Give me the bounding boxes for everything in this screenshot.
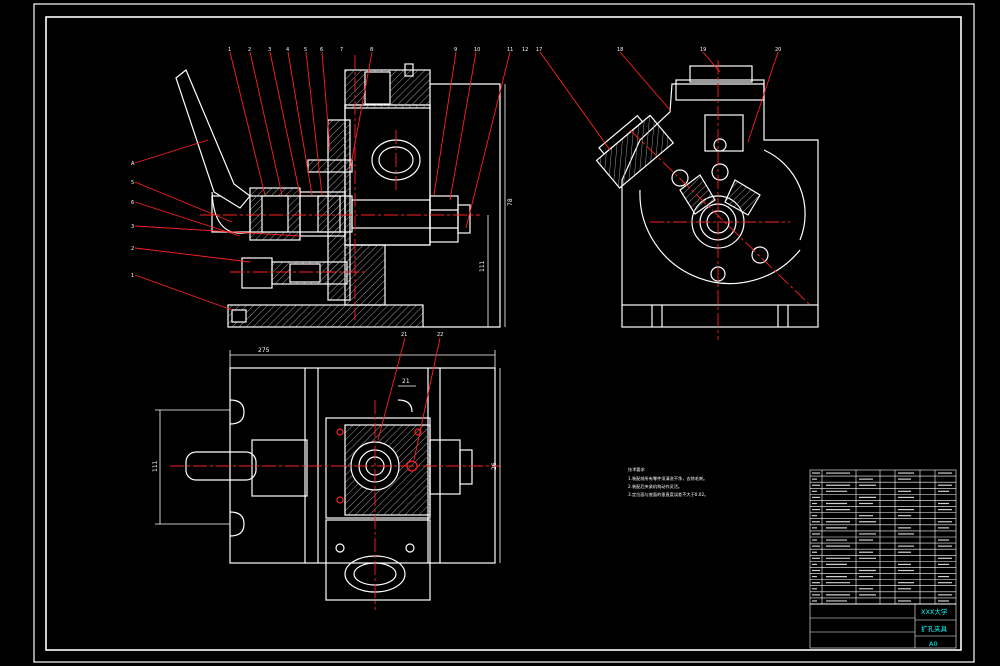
dim-slot: 21 <box>402 378 410 385</box>
balloon-label: 11 <box>507 47 513 53</box>
sheet-size: A0 <box>929 640 938 648</box>
cad-drawing-sheet: 78 111 1 2 3 4 5 6 7 8 9 10 11 12 A 5 6 … <box>0 0 1000 666</box>
balloon-label: 4 <box>286 47 289 53</box>
balloon-label: 10 <box>474 47 480 53</box>
notes-line: 2.装配后夹紧机构动作灵活。 <box>628 483 682 490</box>
notes-heading: 技术要求 <box>628 466 646 473</box>
balloon-label: 3 <box>131 224 134 230</box>
balloon-label: 17 <box>536 47 542 53</box>
notes-line: 3.定位面与底面的垂直度误差不大于0.02。 <box>628 491 708 498</box>
drawing-name: 扩孔夹具 <box>921 624 948 633</box>
balloon-label: 12 <box>522 47 528 53</box>
balloon-label: 21 <box>401 332 407 338</box>
dim-plan-width: 275 <box>258 347 270 354</box>
school-name: XXX大学 <box>921 607 948 616</box>
balloon-label: 5 <box>304 47 307 53</box>
dim-center-height: 111 <box>479 260 486 272</box>
balloon-label: A <box>131 161 135 167</box>
dim-overall-height: 78 <box>507 198 514 206</box>
dim-clamp-span: 111 <box>152 460 159 472</box>
balloon-label: 1 <box>131 273 134 279</box>
notes-line: 1.装配前所有零件须清洗干净，去除毛刺。 <box>628 475 707 482</box>
balloon-label: 8 <box>370 47 373 53</box>
balloon-label: 7 <box>340 47 343 53</box>
balloon-label: 1 <box>228 47 231 53</box>
balloon-label: 2 <box>131 246 134 252</box>
balloon-label: 5 <box>131 180 134 186</box>
balloon-label: 19 <box>700 47 706 53</box>
dim-plan-depth: 26 <box>491 462 498 470</box>
balloon-label: 3 <box>268 47 271 53</box>
balloon-label: 22 <box>437 332 443 338</box>
balloon-label: 6 <box>131 200 134 206</box>
balloon-label: 20 <box>775 47 781 53</box>
balloon-label: 18 <box>617 47 623 53</box>
base-plate <box>227 304 424 328</box>
bom-row-lines <box>810 475 956 599</box>
balloon-label: 9 <box>454 47 457 53</box>
balloon-label: 2 <box>248 47 251 53</box>
balloon-label: 6 <box>320 47 323 53</box>
